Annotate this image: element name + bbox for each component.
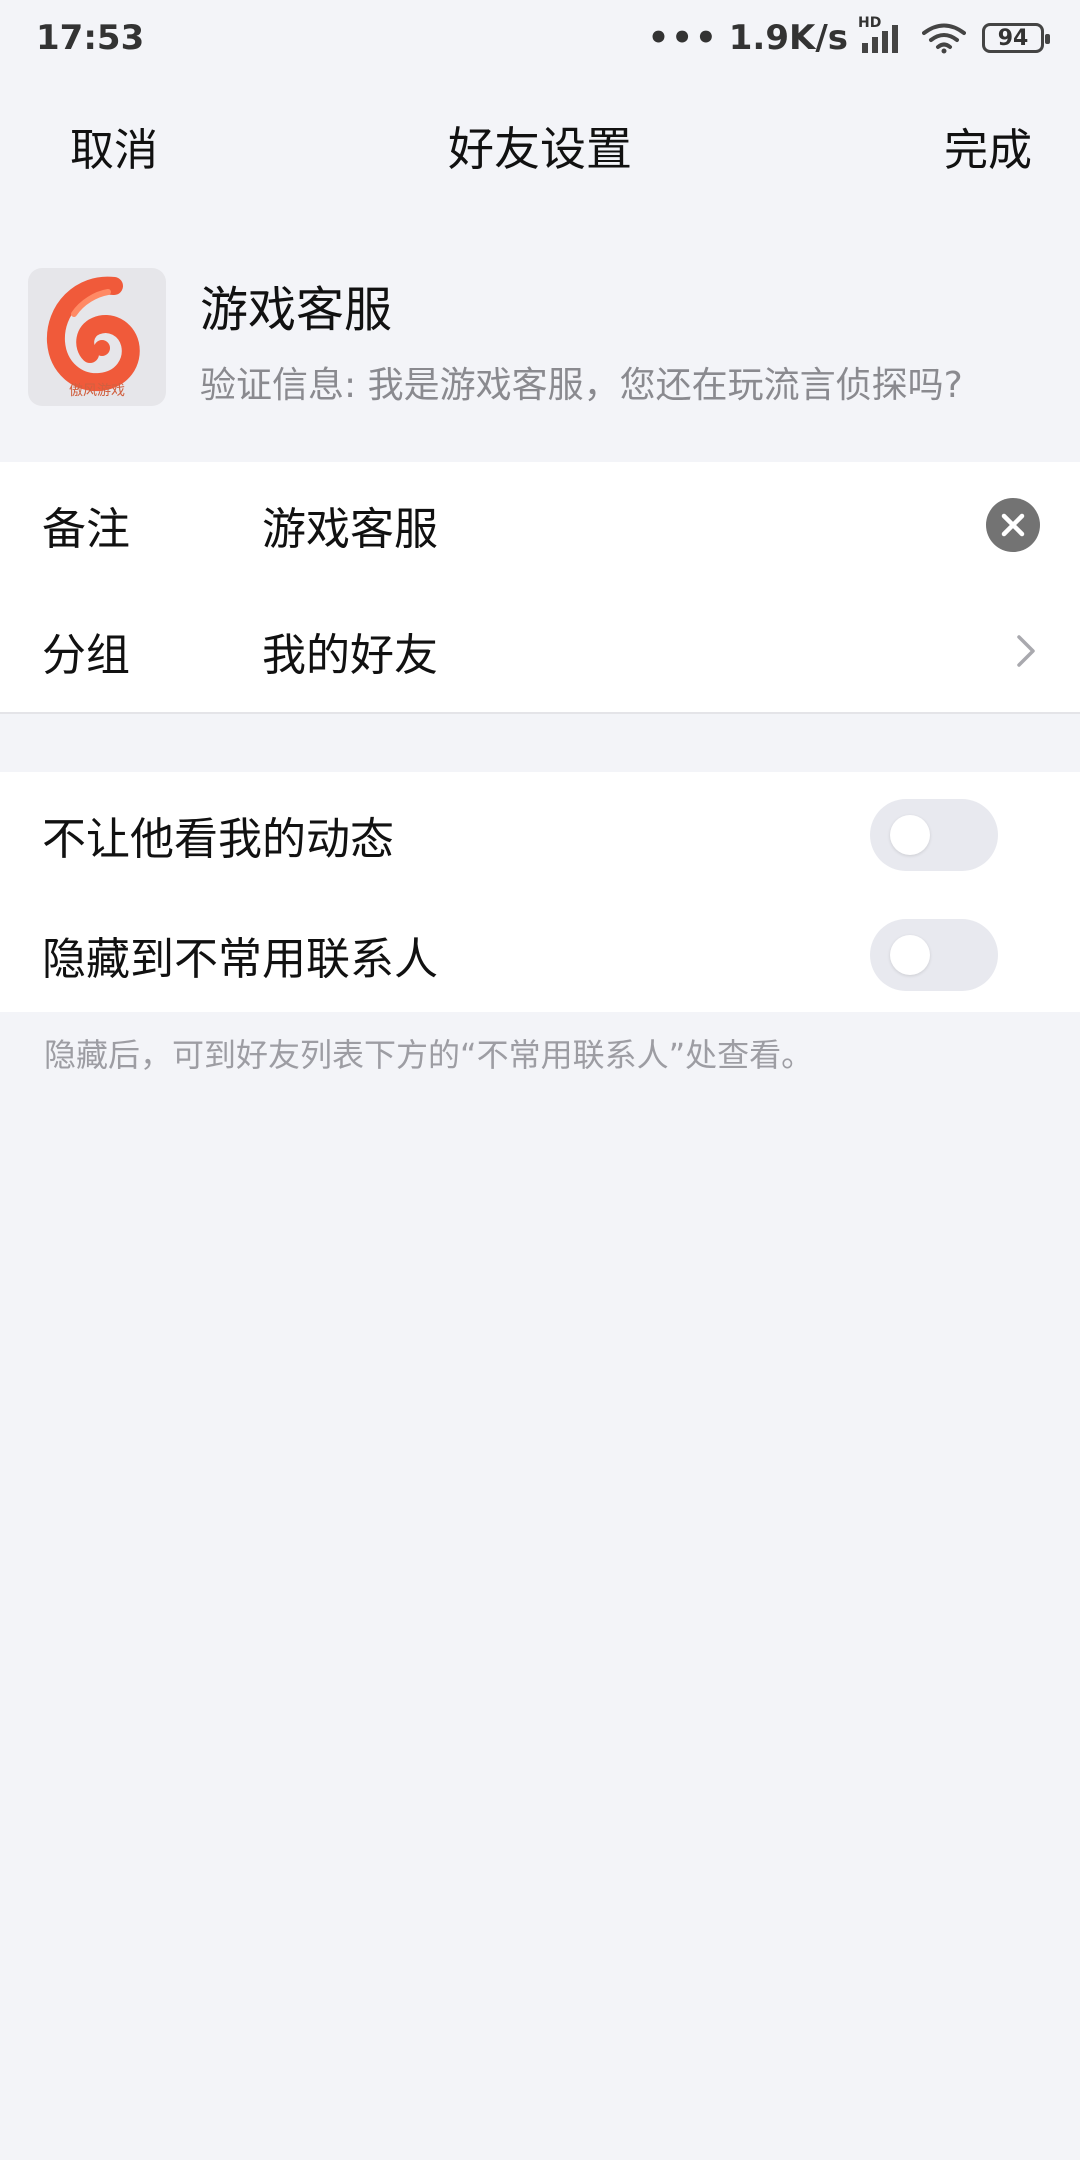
avatar[interactable]: 傲风游戏: [28, 268, 166, 406]
hint-text: 隐藏后，可到好友列表下方的“不常用联系人”处查看。: [44, 1036, 814, 1074]
contact-header: 傲风游戏 游戏客服 验证信息: 我是游戏客服，您还在玩流言侦探吗?: [0, 256, 1080, 416]
privacy-card: 不让他看我的动态 隐藏到不常用联系人: [0, 772, 1080, 1012]
signal-icon: HD: [858, 15, 898, 53]
status-bar: 17:53 ••• 1.9K/s HD 94: [0, 0, 1080, 76]
status-icons: ••• 1.9K/s HD 94: [647, 15, 1050, 58]
remark-row[interactable]: 备注 游戏客服: [0, 462, 1080, 588]
status-time: 17:53: [36, 18, 145, 58]
group-row[interactable]: 分组 我的好友: [0, 588, 1080, 714]
toggle-knob: [890, 935, 930, 975]
group-label: 分组: [42, 630, 130, 681]
hd-label: HD: [858, 15, 882, 31]
hide-contact-row: 隐藏到不常用联系人: [0, 892, 1080, 1018]
hide-moments-label: 不让他看我的动态: [42, 814, 394, 865]
remark-label: 备注: [42, 504, 130, 555]
battery-level: 94: [997, 25, 1029, 51]
remark-input[interactable]: 游戏客服: [262, 493, 438, 557]
page-title: 好友设置: [448, 122, 632, 176]
group-value: 我的好友: [262, 630, 438, 681]
done-button[interactable]: 完成: [944, 114, 1032, 178]
cancel-button[interactable]: 取消: [70, 114, 158, 178]
avatar-caption: 傲风游戏: [69, 383, 125, 399]
hide-moments-row: 不让他看我的动态: [0, 772, 1080, 898]
remark-group-card: 备注 游戏客服 分组 我的好友: [0, 462, 1080, 714]
verify-message: 验证信息: 我是游戏客服，您还在玩流言侦探吗?: [200, 365, 963, 406]
hide-moments-toggle[interactable]: [870, 799, 998, 871]
wifi-icon: [922, 23, 966, 54]
toggle-knob: [890, 815, 930, 855]
hide-contact-toggle[interactable]: [870, 919, 998, 991]
nav-bar: 好友设置 取消 完成: [0, 76, 1080, 216]
clear-icon[interactable]: [986, 498, 1040, 552]
chevron-right-icon: [1017, 635, 1035, 667]
hide-contact-label: 隐藏到不常用联系人: [42, 934, 438, 985]
battery-icon: 94: [982, 23, 1050, 53]
network-speed: 1.9K/s: [728, 18, 848, 58]
contact-name: 游戏客服: [200, 282, 393, 338]
dots-icon: •••: [647, 18, 719, 58]
